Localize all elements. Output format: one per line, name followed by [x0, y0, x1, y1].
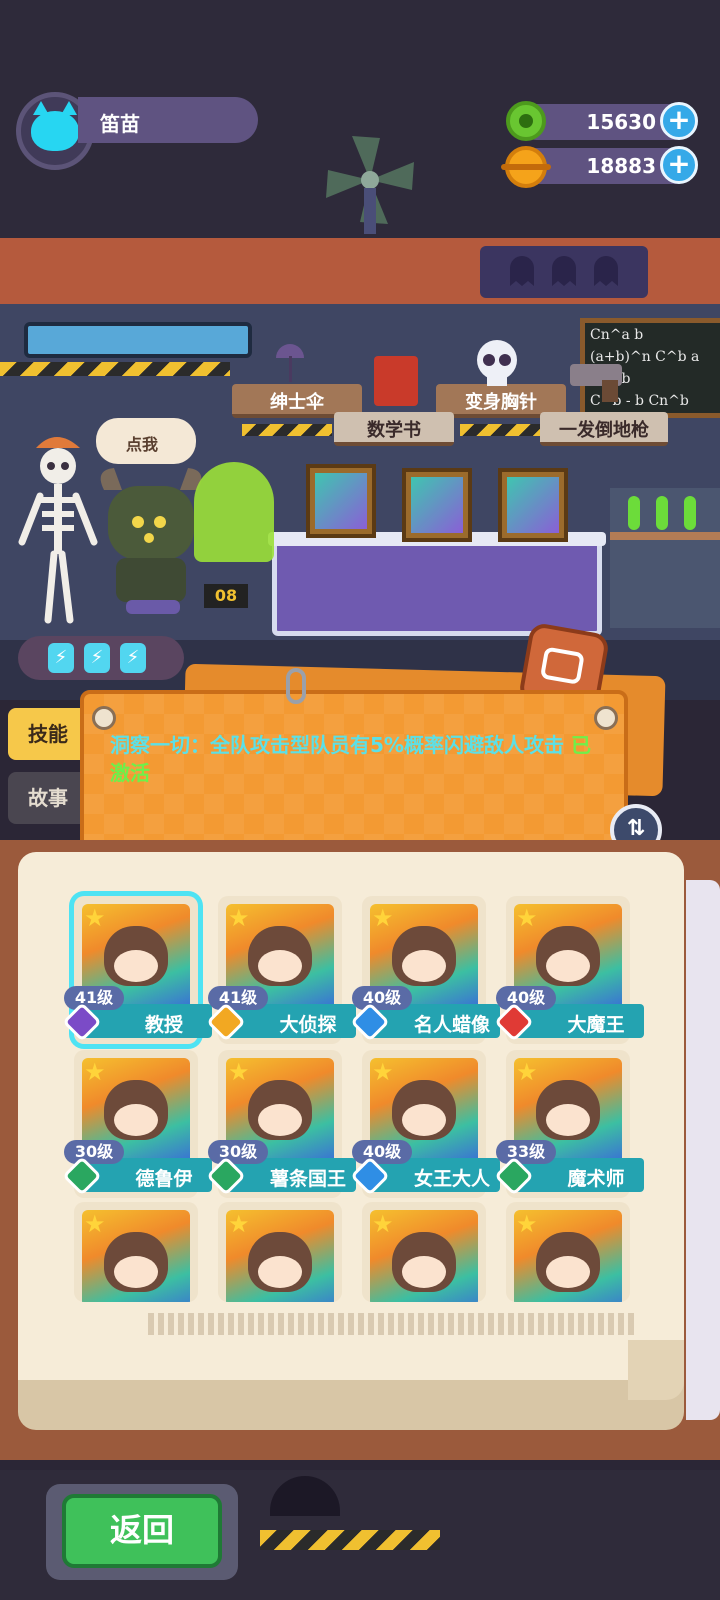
- character-face: [536, 926, 600, 986]
- shelf-stripe: [460, 424, 540, 436]
- energy-icon: ⚡: [48, 643, 74, 673]
- star-icon: ★: [372, 1210, 394, 1238]
- character-card[interactable]: ★ 名人蜡像 40级: [350, 896, 500, 1044]
- portrait-frame: [498, 468, 568, 542]
- energy-icon: ⚡: [84, 643, 110, 673]
- star-icon: ★: [84, 1058, 106, 1086]
- ghost-panel: [480, 246, 648, 298]
- umbrella-icon: [276, 344, 304, 382]
- portrait-frame: [306, 464, 376, 538]
- star-icon: ★: [516, 1058, 538, 1086]
- star-icon: ★: [516, 1210, 538, 1238]
- math-book-icon: [374, 356, 418, 406]
- add-green-currency-button[interactable]: +: [660, 102, 698, 140]
- player-name: 笛苗: [100, 112, 140, 136]
- book-right-pages: [686, 880, 720, 1420]
- character-name: 魔术师: [567, 1168, 625, 1190]
- energy-icon: ⚡: [120, 643, 146, 673]
- ceiling-lamp: [24, 322, 252, 358]
- page-curl: [628, 1340, 684, 1400]
- star-icon: ★: [228, 904, 250, 932]
- character-face: [392, 926, 456, 986]
- character-level: 41级: [208, 986, 268, 1010]
- character-card[interactable]: ★ 德鲁伊 30级: [62, 1050, 212, 1198]
- character-name: 名人蜡像: [413, 1014, 490, 1036]
- tab-skill[interactable]: 技能: [8, 708, 88, 760]
- character-name: 薯条国王: [269, 1168, 346, 1190]
- test-tube-rack: [610, 488, 720, 628]
- star-icon: ★: [84, 1210, 106, 1238]
- pin-icon: [594, 706, 618, 730]
- star-icon: ★: [516, 904, 538, 932]
- character-name: 大侦探: [279, 1014, 337, 1036]
- skull-icon: [477, 340, 517, 386]
- fan-icon: [326, 136, 414, 234]
- character-card[interactable]: ★: [362, 1202, 486, 1302]
- chat-icon: [539, 646, 585, 685]
- character-card[interactable]: ★ 大魔王 40级: [494, 896, 644, 1044]
- hazard-stripe: [0, 362, 230, 376]
- shelf-label-gun: 一发倒地枪: [559, 420, 649, 441]
- machine-counter: 08: [204, 584, 248, 608]
- paperclip-icon: [286, 668, 306, 704]
- star-icon: ★: [228, 1058, 250, 1086]
- cat-icon: [31, 101, 79, 151]
- character-card[interactable]: ★: [74, 1202, 198, 1302]
- shelf-label-math-book: 数学书: [367, 420, 421, 441]
- add-gold-currency-button[interactable]: +: [660, 146, 698, 184]
- green-currency-value: 15630: [586, 110, 656, 134]
- character-face: [104, 1080, 168, 1140]
- character-card[interactable]: ★ 薯条国王 30级: [206, 1050, 356, 1198]
- character-face: [248, 1080, 312, 1140]
- character-card[interactable]: ★ 大侦探 41级: [206, 896, 356, 1044]
- character-name: 德鲁伊: [135, 1168, 193, 1190]
- character-card[interactable]: ★ 魔术师 33级: [494, 1050, 644, 1198]
- character-face: [536, 1080, 600, 1140]
- character-card[interactable]: ★ 女王大人 40级: [350, 1050, 500, 1198]
- character-card[interactable]: ★: [506, 1202, 630, 1302]
- hazard-stripe: [260, 1530, 440, 1550]
- lab-desk: [272, 536, 602, 636]
- blurred-text: [148, 1313, 638, 1335]
- character-face: [104, 926, 168, 986]
- shelf-label-brooch: 变身胸针: [465, 392, 537, 413]
- back-button[interactable]: 返回: [62, 1494, 222, 1568]
- shelf-label-umbrella: 绅士伞: [270, 392, 324, 413]
- gold-currency-value: 18883: [586, 154, 656, 178]
- skill-description: 洞察一切：全队攻击型队员有5%概率闪避敌人攻击 已激活: [110, 731, 600, 787]
- character-level: 40级: [496, 986, 556, 1010]
- tab-story[interactable]: 故事: [8, 772, 88, 824]
- character-level: 30级: [208, 1140, 268, 1164]
- gun-icon: [570, 364, 622, 402]
- character-face: [248, 926, 312, 986]
- green-flask: [194, 462, 274, 562]
- star-icon: ★: [372, 1058, 394, 1086]
- character-level: 33级: [496, 1140, 556, 1164]
- character-name: 女王大人: [413, 1168, 490, 1190]
- character-name: 教授: [144, 1014, 183, 1036]
- character-level: 41级: [64, 986, 124, 1010]
- star-icon: ★: [228, 1210, 250, 1238]
- character-face: [392, 1080, 456, 1140]
- character-level: 30级: [64, 1140, 124, 1164]
- star-icon: ★: [84, 904, 106, 932]
- pin-icon: [92, 706, 116, 730]
- character-level: 40级: [352, 1140, 412, 1164]
- character-name: 大魔王: [567, 1014, 625, 1036]
- book-bottom-edge: [18, 1380, 684, 1430]
- star-icon: ★: [372, 904, 394, 932]
- character-level: 40级: [352, 986, 412, 1010]
- speech-bubble-text[interactable]: 点我: [126, 431, 158, 455]
- skill-text: 洞察一切：全队攻击型队员有5%概率闪避敌人攻击: [110, 733, 564, 757]
- portrait-frame: [402, 468, 472, 542]
- shelf-stripe: [242, 424, 332, 436]
- character-card[interactable]: ★: [218, 1202, 342, 1302]
- character-card[interactable]: ★ 教授 41级: [62, 896, 212, 1044]
